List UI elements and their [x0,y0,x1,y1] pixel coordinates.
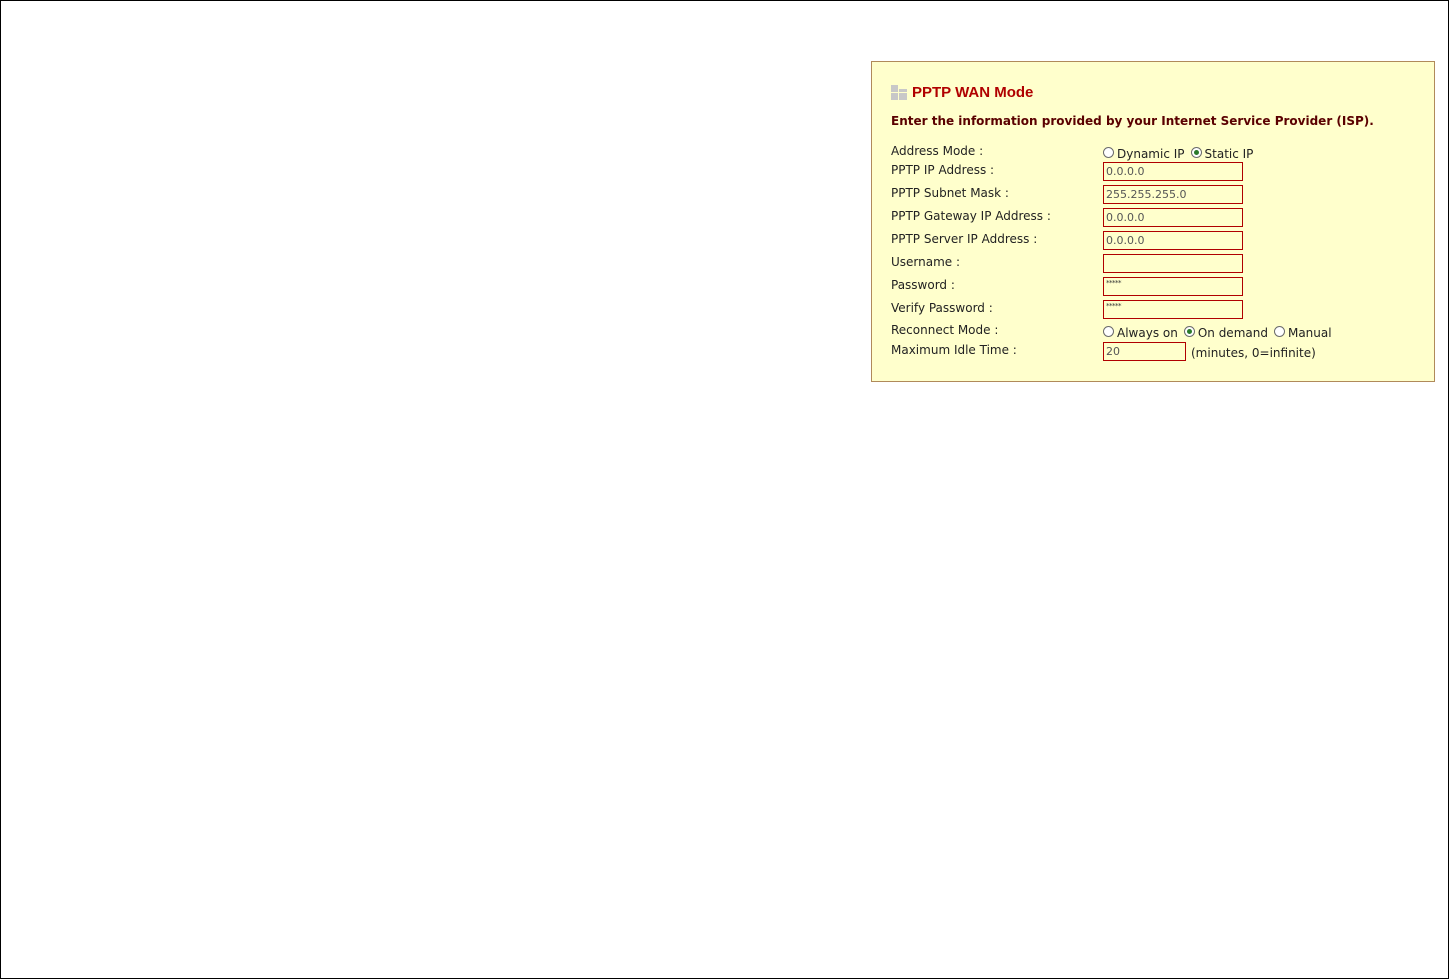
static-ip-label: Static IP [1204,147,1254,161]
address-mode-label: Address Mode : [891,144,984,158]
username-label: Username : [891,255,961,269]
idle-time-suffix: (minutes, 0=infinite) [1191,346,1316,360]
panel-title: PPTP WAN Mode [912,83,1034,101]
gateway-row: PPTP Gateway IP Address : 0.0.0.0 [891,207,1421,227]
password-row: Password : ***** [891,276,1421,296]
pptp-wan-panel: PPTP WAN Mode Enter the information prov… [871,61,1435,382]
password-input[interactable]: ***** [1103,276,1243,296]
manual-radio[interactable] [1273,325,1285,337]
address-mode-row: Address Mode : Dynamic IP Static IP [891,142,1421,162]
subnet-mask-input[interactable]: 255.255.255.0 [1103,184,1243,204]
panel-header: PPTP WAN Mode [891,82,1033,102]
manual-label: Manual [1287,326,1332,340]
on-demand-radio[interactable] [1183,325,1195,337]
verify-password-label: Verify Password : [891,301,993,315]
dynamic-ip-label: Dynamic IP [1117,147,1185,161]
verify-password-row: Verify Password : ***** [891,299,1421,319]
ip-address-label: PPTP IP Address : [891,163,995,177]
idle-time-row: Maximum Idle Time : 20 (minutes, 0=infin… [891,341,1421,361]
idle-time-input[interactable]: 20 [1103,341,1186,361]
reconnect-mode-label: Reconnect Mode : [891,323,999,337]
server-label: PPTP Server IP Address : [891,232,1038,246]
username-input[interactable] [1103,253,1243,273]
reconnect-mode-row: Reconnect Mode : Always on On demand Man… [891,321,1421,341]
grid-squares-icon [891,84,908,100]
on-demand-label: On demand [1197,326,1268,340]
always-on-radio[interactable] [1103,325,1114,337]
dynamic-ip-radio[interactable] [1103,146,1114,158]
username-row: Username : [891,253,1421,273]
server-input[interactable]: 0.0.0.0 [1103,230,1243,250]
ip-address-input[interactable]: 0.0.0.0 [1103,161,1243,181]
intro-text: Enter the information provided by your I… [891,114,1374,128]
ip-address-row: PPTP IP Address : 0.0.0.0 [891,161,1421,181]
server-row: PPTP Server IP Address : 0.0.0.0 [891,230,1421,250]
password-label: Password : [891,278,955,292]
static-ip-radio[interactable] [1190,146,1202,158]
gateway-input[interactable]: 0.0.0.0 [1103,207,1243,227]
always-on-label: Always on [1117,326,1178,340]
subnet-mask-label: PPTP Subnet Mask : [891,186,1009,200]
subnet-mask-row: PPTP Subnet Mask : 255.255.255.0 [891,184,1421,204]
idle-time-label: Maximum Idle Time : [891,343,1017,357]
gateway-label: PPTP Gateway IP Address : [891,209,1051,223]
verify-password-input[interactable]: ***** [1103,299,1243,319]
